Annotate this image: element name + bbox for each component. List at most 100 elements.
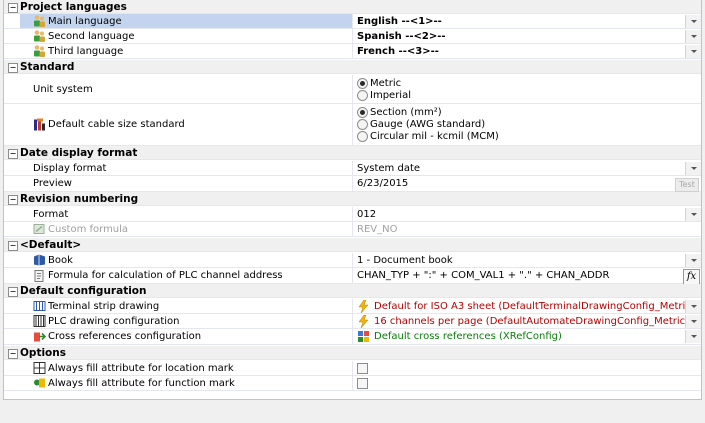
- cable-standard-icon: [34, 118, 45, 130]
- radio-dot[interactable]: [357, 119, 368, 130]
- custom-formula-text: REV_NO: [357, 223, 398, 235]
- row-custom-formula: Custom formula REV_NO: [4, 222, 701, 237]
- second-language-label: Second language: [48, 30, 135, 42]
- third-language-text: French --<3>--: [357, 45, 439, 57]
- chevron-down-icon[interactable]: [685, 300, 701, 313]
- row-terminal-strip-drawing[interactable]: Terminal strip drawing Default for ISO A…: [4, 299, 701, 314]
- display-format-value[interactable]: System date: [357, 161, 701, 175]
- chevron-down-icon[interactable]: [685, 254, 701, 267]
- revision-format-text: 012: [357, 208, 377, 220]
- formula-icon: [34, 269, 44, 282]
- row-cable-size-standard[interactable]: Default cable size standard Section (mm²…: [4, 104, 701, 146]
- radio-label: Gauge (AWG standard): [370, 119, 486, 130]
- config-ok-icon: [358, 331, 369, 342]
- people-icon: [34, 45, 45, 57]
- row-second-language[interactable]: Second language Spanish --<2>--: [4, 29, 701, 44]
- category-label: Project languages: [20, 1, 127, 13]
- cross-references-value[interactable]: Default cross references (XRefConfig): [357, 329, 701, 344]
- row-book[interactable]: Book 1 - Document book: [4, 253, 701, 268]
- category-date-display-format[interactable]: − Date display format: [4, 146, 701, 160]
- custom-formula-label: Custom formula: [48, 223, 129, 235]
- unit-system-label: Unit system: [33, 83, 93, 95]
- row-cross-references-configuration[interactable]: Cross references configuration Default c…: [4, 329, 701, 345]
- radio-label: Circular mil - kcmil (MCM): [370, 131, 499, 142]
- second-language-value[interactable]: Spanish --<2>--: [357, 29, 701, 43]
- terminal-strip-label: Terminal strip drawing: [48, 300, 160, 312]
- cross-references-label: Cross references configuration: [48, 331, 202, 342]
- row-plc-formula[interactable]: Formula for calculation of PLC channel a…: [4, 268, 701, 285]
- revision-format-label: Format: [33, 208, 69, 220]
- radio-gauge[interactable]: Gauge (AWG standard): [357, 119, 485, 131]
- chevron-down-icon[interactable]: [685, 162, 701, 175]
- chevron-down-icon[interactable]: [685, 208, 701, 221]
- third-language-value[interactable]: French --<3>--: [357, 44, 701, 58]
- row-main-language[interactable]: Main language English --<1>--: [4, 14, 701, 29]
- row-display-format[interactable]: Display format System date: [4, 161, 701, 176]
- location-mark-value: [357, 361, 701, 375]
- row-function-mark[interactable]: Always fill attribute for function mark: [4, 376, 701, 391]
- book-value[interactable]: 1 - Document book: [357, 253, 701, 267]
- terminal-strip-value[interactable]: Default for ISO A3 sheet (DefaultTermina…: [357, 299, 701, 313]
- row-unit-system[interactable]: Unit system Metric Imperial: [4, 75, 701, 104]
- properties-grid: − Project languages Main language Englis…: [3, 0, 702, 400]
- book-label: Book: [48, 254, 73, 266]
- radio-dot[interactable]: [357, 77, 368, 89]
- row-location-mark[interactable]: Always fill attribute for location mark: [4, 361, 701, 376]
- radio-dot[interactable]: [357, 89, 368, 101]
- chevron-down-icon[interactable]: [685, 315, 701, 328]
- radio-dot[interactable]: [357, 107, 368, 118]
- collapse-toggle[interactable]: −: [8, 63, 18, 73]
- category-options[interactable]: − Options: [4, 346, 701, 360]
- location-mark-icon: [33, 362, 46, 374]
- collapse-toggle[interactable]: −: [8, 349, 18, 359]
- radio-section[interactable]: Section (mm²): [357, 107, 442, 119]
- plc-drawing-value[interactable]: 16 channels per page (DefaultAutomateDra…: [357, 314, 701, 328]
- formula-editor-button[interactable]: fx: [683, 269, 700, 285]
- category-label: Date display format: [20, 147, 138, 159]
- category-label: Options: [20, 347, 66, 359]
- radio-metric[interactable]: Metric: [357, 77, 401, 89]
- preview-text: 6/23/2015: [357, 178, 409, 189]
- row-plc-drawing-configuration[interactable]: PLC drawing configuration 16 channels pe…: [4, 314, 701, 329]
- category-standard[interactable]: − Standard: [4, 60, 701, 74]
- cross-reference-icon: [34, 332, 46, 341]
- third-language-label: Third language: [48, 45, 124, 57]
- category-label: Standard: [20, 61, 75, 73]
- category-label: <Default>: [20, 239, 82, 251]
- category-default[interactable]: − <Default>: [4, 238, 701, 252]
- radio-dot[interactable]: [357, 131, 368, 142]
- radio-imperial[interactable]: Imperial: [357, 89, 411, 101]
- radio-label: Imperial: [370, 89, 411, 101]
- collapse-toggle[interactable]: −: [8, 241, 18, 251]
- row-revision-format[interactable]: Format 012: [4, 207, 701, 222]
- unit-system-options: Metric Imperial: [357, 75, 701, 103]
- book-text: 1 - Document book: [357, 254, 453, 266]
- custom-formula-value: REV_NO: [357, 222, 701, 236]
- function-mark-checkbox[interactable]: [357, 377, 368, 389]
- plc-drawing-icon: [33, 315, 46, 327]
- chevron-down-icon[interactable]: [685, 45, 701, 58]
- radio-circular-mil[interactable]: Circular mil - kcmil (MCM): [357, 131, 499, 143]
- collapse-toggle[interactable]: −: [8, 149, 18, 159]
- plc-formula-value[interactable]: CHAN_TYP + ":" + COM_VAL1 + "." + CHAN_A…: [357, 268, 701, 285]
- bottom-panel: [0, 400, 705, 423]
- row-third-language[interactable]: Third language French --<3>--: [4, 44, 701, 59]
- display-format-text: System date: [357, 162, 421, 174]
- plc-drawing-label: PLC drawing configuration: [48, 315, 180, 327]
- category-project-languages[interactable]: − Project languages: [4, 0, 701, 14]
- preview-value: 6/23/2015 Test: [357, 176, 701, 192]
- main-language-value[interactable]: English --<1>--: [357, 14, 701, 28]
- category-revision-numbering[interactable]: − Revision numbering: [4, 192, 701, 206]
- chevron-down-icon[interactable]: [685, 15, 701, 28]
- category-default-configuration[interactable]: − Default configuration: [4, 284, 701, 298]
- location-mark-checkbox[interactable]: [357, 362, 368, 374]
- collapse-toggle[interactable]: −: [8, 195, 18, 205]
- revision-format-value[interactable]: 012: [357, 207, 701, 221]
- function-mark-icon: [34, 378, 45, 388]
- collapse-toggle[interactable]: −: [8, 287, 18, 297]
- chevron-down-icon[interactable]: [685, 30, 701, 43]
- collapse-toggle[interactable]: −: [8, 3, 18, 13]
- chevron-down-icon[interactable]: [685, 330, 701, 343]
- test-button[interactable]: Test: [675, 178, 699, 192]
- plc-drawing-text: 16 channels per page (DefaultAutomateDra…: [374, 315, 690, 327]
